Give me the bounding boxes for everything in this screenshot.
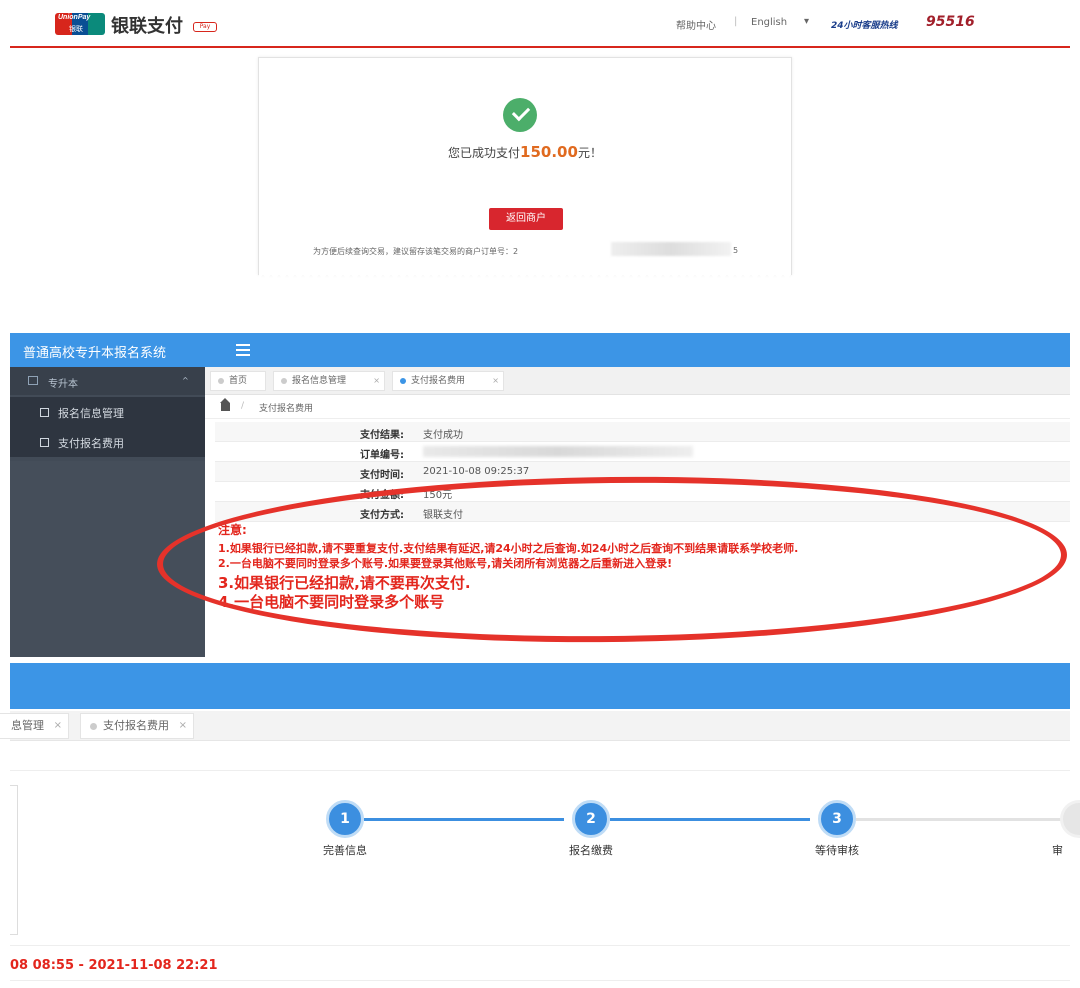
tab-dot-icon [400,378,406,384]
system-title: 普通高校专升本报名系统 [23,346,167,361]
info-label: 支付结果: [360,430,404,441]
success-suffix: 元！ [577,146,602,160]
info-value: 2021-10-08 09:25:37 [423,466,530,477]
registration-time-range: 08 08:55 - 2021-11-08 22:21 [10,958,218,973]
copy-icon [40,408,49,417]
step-label-3: 等待审核 [815,844,859,857]
steps-tab-bar: 息管理 × 支付报名费用 × [0,711,1070,741]
tab-registration-info[interactable]: 报名信息管理 × [273,371,385,391]
close-icon[interactable]: × [54,714,62,738]
tab-home[interactable]: 首页 [210,371,266,391]
nav-separator: | [734,16,738,27]
system-header: 普通高校专升本报名系统 [10,333,1070,367]
tab-dot-icon [90,723,97,730]
sidebar: 专升本 ^ 报名信息管理 支付报名费用 [10,367,205,657]
steps-panel [10,770,1070,946]
help-center-link[interactable]: 帮助中心 [676,17,716,32]
info-row-order: 订单编号: [215,442,1070,462]
tab-label: 首页 [229,376,248,386]
breadcrumb-current: 支付报名费用 [259,404,314,414]
chevron-up-icon: ^ [182,376,189,385]
hotline-number: 95516 [926,14,975,30]
tab-registration-info[interactable]: 息管理 × [0,713,69,739]
tab-bar: 首页 报名信息管理 × 支付报名费用 × [205,367,1070,395]
panel-frame [10,785,18,935]
steps-header-band [10,663,1070,709]
unionpay-logo-icon: UnionPay 银联 [55,13,105,35]
step-circle-1: 1 [326,800,364,838]
info-label: 支付时间: [360,470,404,481]
edit-icon [28,376,38,385]
bottom-divider [10,980,1070,981]
tab-label: 报名信息管理 [292,376,347,386]
tab-label: 支付报名费用 [103,719,169,732]
order-number-redacted [423,446,693,457]
sidebar-item-label: 支付报名费用 [58,437,124,450]
header-divider [10,46,1070,48]
sidebar-item-label: 报名信息管理 [58,407,124,420]
chevron-down-icon[interactable]: ▾ [804,16,809,27]
brand-name: 银联支付 [111,16,183,37]
order-number-tip: 为方便后续查询交易，建议留存该笔交易的商户订单号：2 [313,247,519,256]
tab-dot-icon [218,378,224,384]
brand-tag: Pay [193,22,217,32]
step-label-1: 完善信息 [323,844,367,857]
order-number-tail: 5 [733,246,739,255]
step-connector [610,818,810,821]
bookmark-icon [40,438,49,447]
sidebar-group-label: 专升本 [48,379,78,390]
step-connector [364,818,564,821]
close-icon[interactable]: × [492,372,499,390]
success-check-icon [503,98,537,132]
breadcrumb-separator: / [241,401,245,411]
tab-label: 息管理 [11,719,44,732]
order-number-redacted [611,242,731,256]
logo-text-cn: 银联 [69,25,83,33]
tab-pay-fee[interactable]: 支付报名费用 × [80,713,194,739]
sidebar-item-pay-fee[interactable]: 支付报名费用 [10,427,205,457]
logo-text: UnionPay [58,14,91,21]
return-merchant-button[interactable]: 返回商户 [489,208,563,230]
step-connector [856,818,1070,821]
info-row-result: 支付结果: 支付成功 [215,422,1070,442]
step-circle-2: 2 [572,800,610,838]
close-icon[interactable]: × [373,372,380,390]
info-value: 支付成功 [423,430,463,441]
hamburger-menu-icon[interactable] [236,344,250,356]
success-prefix: 您已成功支付 [448,146,521,160]
step-label-4: 审 [1052,844,1063,857]
sidebar-item-registration-info[interactable]: 报名信息管理 [10,397,205,427]
close-icon[interactable]: × [179,714,187,738]
paid-amount: 150.00 [520,143,578,161]
step-circle-3: 3 [818,800,856,838]
language-selector[interactable]: English [751,17,787,28]
success-message: 您已成功支付150.00元！ [259,143,791,161]
payment-success-card: 您已成功支付150.00元！ 返回商户 为方便后续查询交易，建议留存该笔交易的商… [258,57,792,280]
unionpay-header: UnionPay 银联 银联支付 Pay 帮助中心 | English ▾ 24… [0,0,1080,48]
sidebar-group-zhuanshengben[interactable]: 专升本 ^ [10,367,205,395]
tab-label: 支付报名费用 [411,376,466,386]
tab-dot-icon [281,378,287,384]
home-icon[interactable] [220,398,230,411]
step-label-2: 报名缴费 [569,844,613,857]
tab-pay-fee[interactable]: 支付报名费用 × [392,371,504,391]
hotline-label: 24小时客服热线 [831,21,898,31]
breadcrumb: / 支付报名费用 [205,395,1070,419]
info-label: 订单编号: [360,450,404,461]
